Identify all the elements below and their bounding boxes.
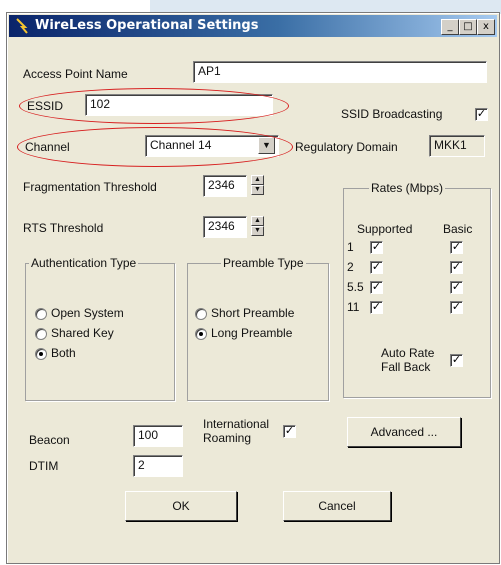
auth-open-system-label: Open System <box>51 306 124 320</box>
ssid-broadcasting-label: SSID Broadcasting <box>341 107 443 121</box>
rts-threshold-label: RTS Threshold <box>23 221 104 235</box>
rates-supported-header: Supported <box>357 222 413 236</box>
window-title: WireLess Operational Settings <box>35 18 259 33</box>
rate-label-1: 1 <box>347 240 354 254</box>
auth-both-radio[interactable] <box>35 348 47 360</box>
minimize-button[interactable]: _ <box>441 19 459 35</box>
rate-label-11: 11 <box>347 300 360 314</box>
title-bar[interactable]: WireLess Operational Settings _ □ x <box>9 15 497 37</box>
preamble-long-label: Long Preamble <box>211 326 293 340</box>
ssid-broadcasting-checkbox[interactable]: ✓ <box>475 108 488 121</box>
auto-rate-label-line1: Auto Rate <box>381 346 435 360</box>
international-roaming-label-line1: International <box>203 417 270 431</box>
rate-11-supported-checkbox[interactable]: ✓ <box>370 301 383 314</box>
rate-11-basic-checkbox[interactable]: ✓ <box>450 301 463 314</box>
chevron-down-icon[interactable]: ▼ <box>258 137 275 154</box>
close-button[interactable]: x <box>477 19 495 35</box>
auth-shared-key-label: Shared Key <box>51 326 114 340</box>
rate-2-supported-checkbox[interactable]: ✓ <box>370 261 383 274</box>
rate-label-2: 2 <box>347 260 354 274</box>
rts-threshold-input[interactable]: 2346 <box>203 216 247 238</box>
cancel-button[interactable]: Cancel <box>283 491 391 521</box>
auth-shared-key-radio[interactable] <box>35 328 47 340</box>
channel-label: Channel <box>25 140 70 154</box>
dtim-input[interactable]: 2 <box>133 455 183 477</box>
beacon-input[interactable]: 100 <box>133 425 183 447</box>
ok-button[interactable]: OK <box>125 491 237 521</box>
auth-both-label: Both <box>51 346 76 360</box>
auto-rate-fallback-checkbox[interactable]: ✓ <box>450 354 463 367</box>
international-roaming-label-line2: Roaming <box>203 431 252 445</box>
rate-label-5-5: 5.5 <box>347 280 364 294</box>
auth-open-system-radio[interactable] <box>35 308 47 320</box>
rate-2-basic-checkbox[interactable]: ✓ <box>450 261 463 274</box>
wireless-app-icon <box>16 18 28 34</box>
fragmentation-threshold-input[interactable]: 2346 <box>203 175 247 197</box>
rate-1-basic-checkbox[interactable]: ✓ <box>450 241 463 254</box>
fragmentation-threshold-label: Fragmentation Threshold <box>23 180 157 194</box>
preamble-short-label: Short Preamble <box>211 306 295 320</box>
beacon-label: Beacon <box>29 433 70 447</box>
rates-basic-header: Basic <box>443 222 473 236</box>
auto-rate-label-line2: Fall Back <box>381 360 431 374</box>
channel-value: Channel 14 <box>150 138 212 152</box>
advanced-button[interactable]: Advanced ... <box>347 417 461 447</box>
rate-1-supported-checkbox[interactable]: ✓ <box>370 241 383 254</box>
rate-5-5-supported-checkbox[interactable]: ✓ <box>370 281 383 294</box>
ap-name-input[interactable]: AP1 <box>193 61 487 83</box>
rates-group-title: Rates (Mbps) <box>369 181 446 195</box>
ap-name-label: Access Point Name <box>23 67 128 81</box>
preamble-short-radio[interactable] <box>195 308 207 320</box>
dtim-label: DTIM <box>29 459 59 473</box>
preamble-long-radio[interactable] <box>195 328 207 340</box>
authentication-group-title: Authentication Type <box>29 256 139 270</box>
maximize-button[interactable]: □ <box>459 19 477 35</box>
international-roaming-checkbox[interactable]: ✓ <box>283 425 296 438</box>
fragmentation-spinner[interactable]: ▲ ▼ <box>251 175 264 197</box>
settings-dialog: WireLess Operational Settings _ □ x Acce… <box>6 12 500 564</box>
preamble-group-title: Preamble Type <box>221 256 306 270</box>
regulatory-domain-field: MKK1 <box>429 135 485 157</box>
rts-spinner[interactable]: ▲ ▼ <box>251 216 264 238</box>
regulatory-domain-label: Regulatory Domain <box>295 140 398 154</box>
essid-input[interactable]: 102 <box>85 94 273 116</box>
essid-label: ESSID <box>27 99 64 113</box>
rate-5-5-basic-checkbox[interactable]: ✓ <box>450 281 463 294</box>
